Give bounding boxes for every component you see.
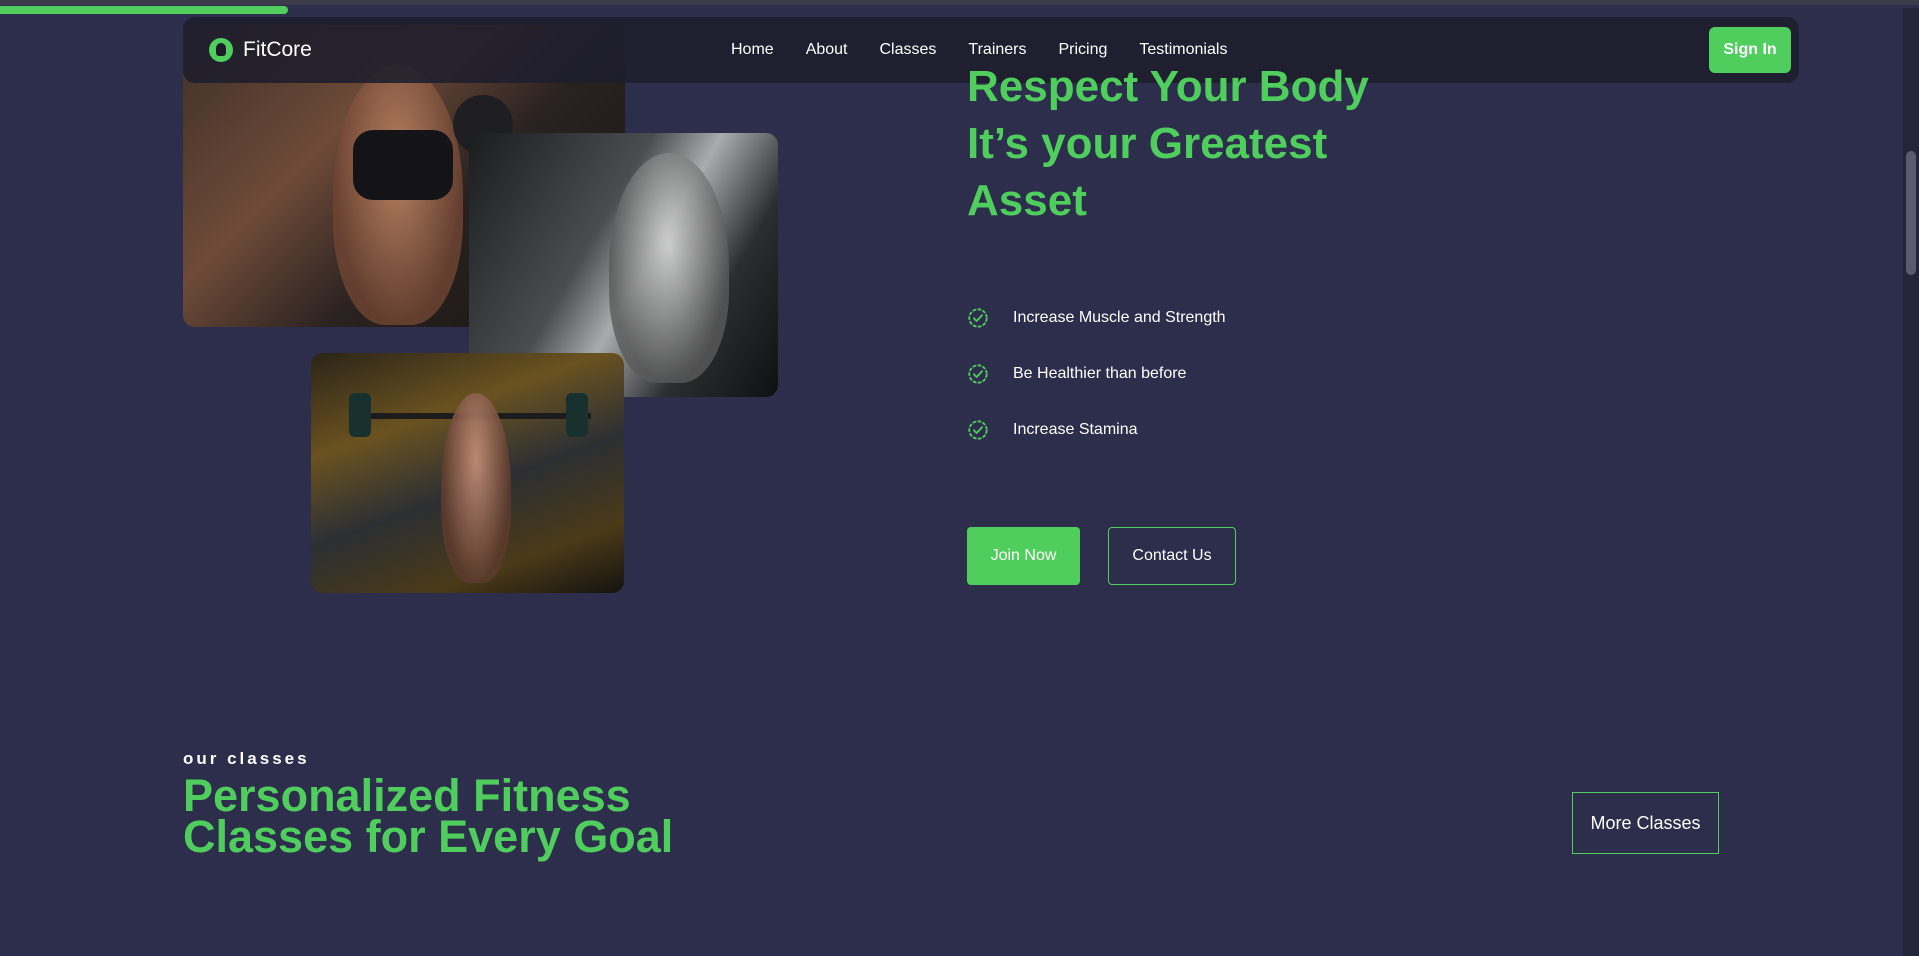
kettlebell-icon <box>209 38 233 62</box>
page-scrollbar[interactable] <box>1903 8 1919 956</box>
check-badge-icon <box>968 364 988 384</box>
feature-label: Be Healthier than before <box>1013 365 1187 382</box>
feature-label: Increase Stamina <box>1013 421 1138 438</box>
scrollbar-thumb[interactable] <box>1906 151 1916 275</box>
browser-top-edge <box>0 0 1919 5</box>
section-eyebrow: our classes <box>183 749 310 768</box>
feature-item: Increase Muscle and Strength <box>967 290 1226 346</box>
feature-label: Increase Muscle and Strength <box>1013 309 1226 326</box>
sign-in-button[interactable]: Sign In <box>1709 27 1791 73</box>
nav-link-testimonials[interactable]: Testimonials <box>1139 41 1227 59</box>
nav-link-trainers[interactable]: Trainers <box>968 41 1026 59</box>
nav-link-pricing[interactable]: Pricing <box>1059 41 1108 59</box>
hero-photo-woman-barbell <box>311 353 624 593</box>
nav-link-about[interactable]: About <box>806 41 848 59</box>
nav-link-home[interactable]: Home <box>731 41 774 59</box>
logo[interactable]: FitCore <box>209 33 312 67</box>
section-title: Personalized Fitness Classes for Every G… <box>183 773 743 859</box>
contact-us-button[interactable]: Contact Us <box>1108 527 1236 585</box>
hero-title: Respect Your Body It’s your Greatest Ass… <box>967 58 1427 229</box>
logo-text: FitCore <box>243 38 312 61</box>
check-badge-icon <box>968 420 988 440</box>
page-load-progress-bar <box>0 6 288 14</box>
nav-link-classes[interactable]: Classes <box>880 41 937 59</box>
check-badge-icon <box>968 308 988 328</box>
feature-item: Be Healthier than before <box>967 346 1226 402</box>
join-now-button[interactable]: Join Now <box>967 527 1080 585</box>
hero-title-line: Asset <box>967 176 1087 225</box>
hero-title-line: It’s your Greatest <box>967 119 1328 168</box>
section-title-line: Classes for Every Goal <box>183 811 674 862</box>
hero-title-line: Respect Your Body <box>967 62 1369 111</box>
feature-list: Increase Muscle and Strength Be Healthie… <box>967 290 1226 458</box>
more-classes-button[interactable]: More Classes <box>1572 792 1719 854</box>
feature-item: Increase Stamina <box>967 402 1226 458</box>
